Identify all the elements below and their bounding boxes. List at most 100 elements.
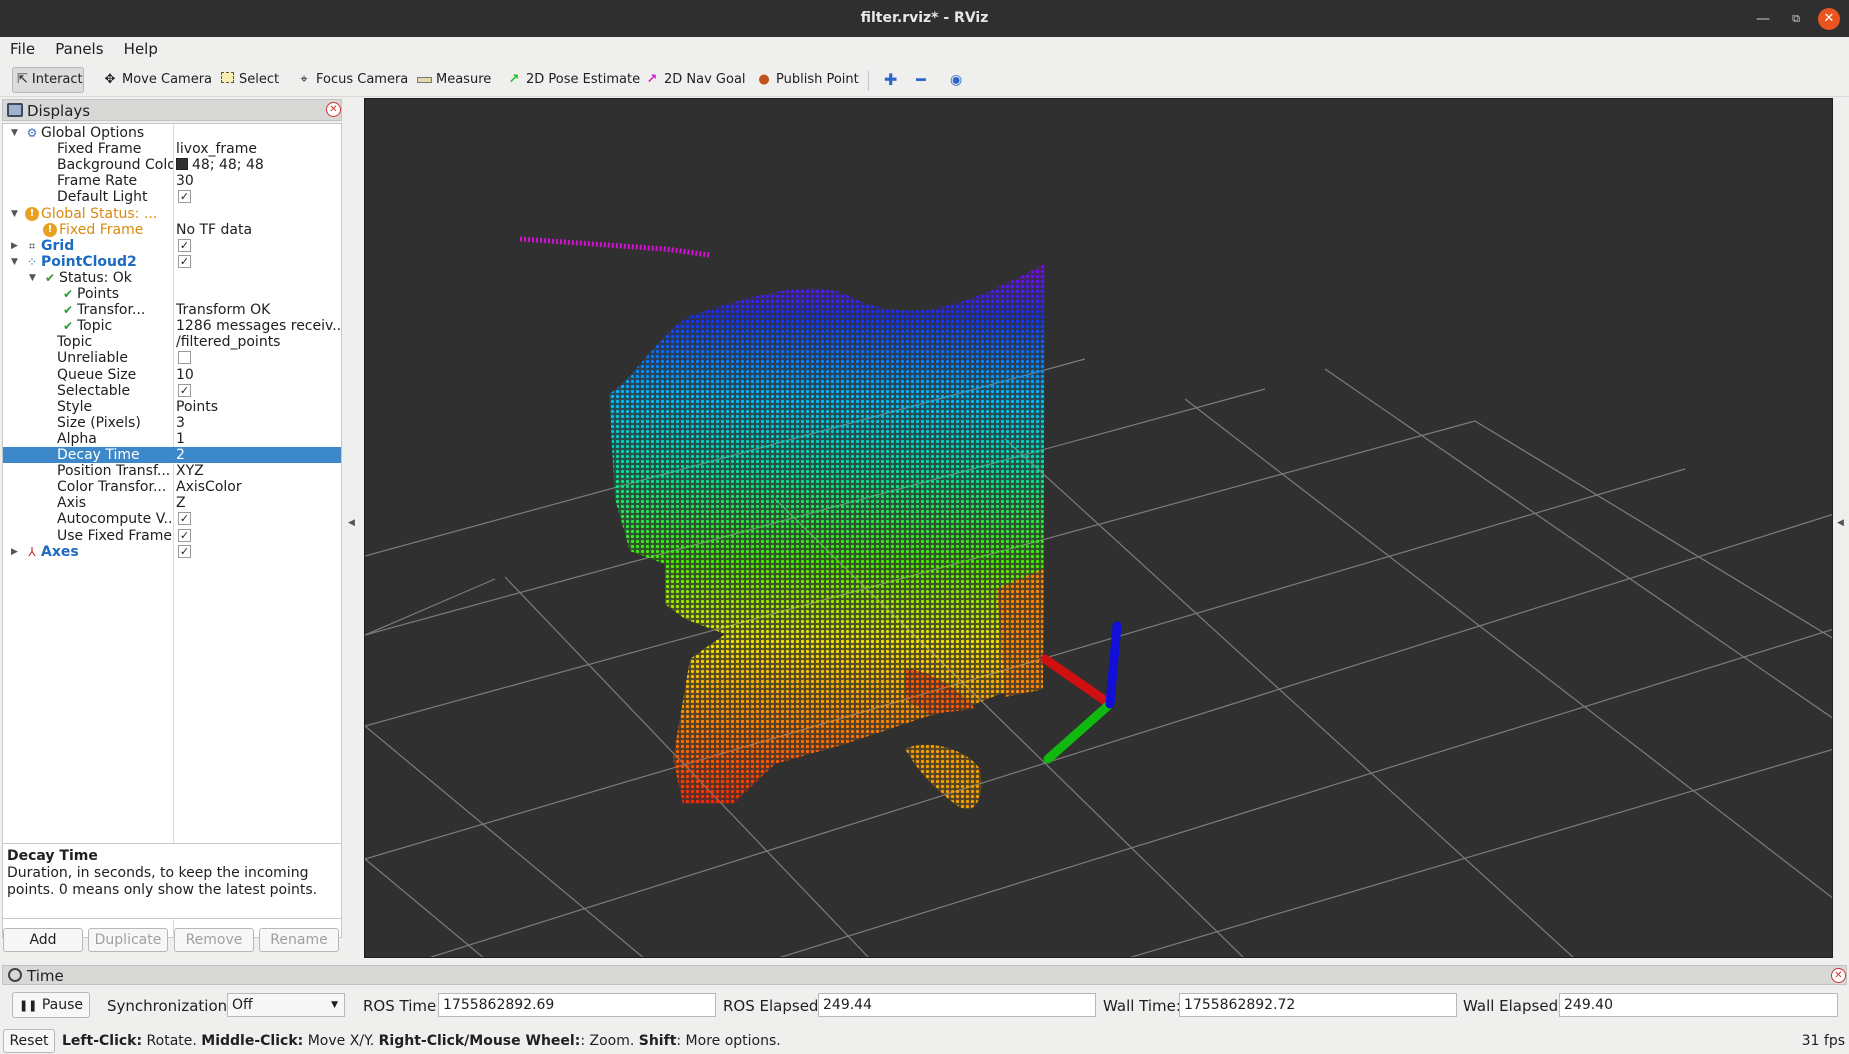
display-row-value[interactable]: XYZ xyxy=(176,463,341,479)
display-row[interactable]: Color Transfor... AxisColor xyxy=(3,479,341,495)
display-row-value[interactable]: Points xyxy=(176,399,341,415)
color-swatch[interactable] xyxy=(176,158,188,171)
display-row-value[interactable]: /filtered_points xyxy=(176,334,341,350)
display-row[interactable]: Style Points xyxy=(3,399,341,415)
select-tool-button[interactable]: Select xyxy=(215,67,283,93)
restore-icon[interactable]: ⧉ xyxy=(1785,8,1807,30)
display-row-value[interactable]: 10 xyxy=(176,367,341,383)
enabled-checkbox[interactable]: ✓ xyxy=(178,544,191,558)
display-row[interactable]: Frame Rate 30 xyxy=(3,173,341,189)
collapse-right-icon[interactable]: ◀ xyxy=(1837,518,1844,528)
enabled-checkbox[interactable] xyxy=(178,351,191,365)
menu-file[interactable]: File xyxy=(0,37,41,58)
collapse-arrow-icon[interactable]: ▼ xyxy=(11,125,18,141)
display-row[interactable]: ▶ ⅄ Axes ✓ xyxy=(3,544,341,560)
display-row[interactable]: Size (Pixels) 3 xyxy=(3,415,341,431)
display-row-key: Color Transfor... xyxy=(57,479,167,496)
display-row-value[interactable]: 30 xyxy=(176,173,341,189)
close-window-icon[interactable]: ✕ xyxy=(1818,8,1840,30)
ruler-icon xyxy=(416,67,432,93)
collapse-left-icon[interactable]: ◀ xyxy=(348,518,355,528)
display-row[interactable]: ▼ ✔ Status: Ok xyxy=(3,270,341,286)
ros-time-field[interactable]: 1755862892.69 xyxy=(438,993,716,1017)
display-row[interactable]: Default Light ✓ xyxy=(3,189,341,205)
ros-elapsed-field[interactable]: 249.44 xyxy=(818,993,1096,1017)
display-row[interactable]: Alpha 1 xyxy=(3,431,341,447)
remove-tool-icon[interactable]: ━ xyxy=(912,67,930,93)
duplicate-display-button[interactable]: Duplicate xyxy=(88,928,168,952)
tool-properties-eye-icon[interactable]: ◉ xyxy=(946,67,966,93)
interact-tool-button[interactable]: ⇱ Interact xyxy=(12,67,84,93)
enabled-checkbox[interactable]: ✓ xyxy=(178,528,191,542)
displays-tree[interactable]: ▼ ⚙ Global Options Fixed Frame livox_frame Ba… xyxy=(2,123,342,938)
wall-elapsed-field[interactable]: 249.40 xyxy=(1559,993,1838,1017)
display-row-value[interactable]: 48; 48; 48 xyxy=(176,157,341,173)
collapse-arrow-icon[interactable]: ▼ xyxy=(29,270,36,286)
3d-render-viewport[interactable] xyxy=(364,98,1833,958)
minimize-icon[interactable]: — xyxy=(1752,8,1774,30)
display-row-key: Fixed Frame xyxy=(59,221,144,238)
display-row[interactable]: ▼! Global Status: ... xyxy=(3,206,341,222)
display-row-value[interactable]: No TF data xyxy=(176,222,341,238)
enabled-checkbox[interactable]: ✓ xyxy=(178,238,191,252)
nav-goal-tool-button[interactable]: ↗ 2D Nav Goal xyxy=(640,67,750,93)
publish-point-tool-button[interactable]: ● Publish Point xyxy=(752,67,863,93)
wall-time-field[interactable]: 1755862892.72 xyxy=(1179,993,1457,1017)
sync-select[interactable]: Off ▼ xyxy=(227,993,345,1017)
menu-help[interactable]: Help xyxy=(114,37,164,58)
display-row[interactable]: Queue Size 10 xyxy=(3,367,341,383)
display-row-key: Grid xyxy=(41,237,75,254)
enabled-checkbox[interactable]: ✓ xyxy=(178,512,191,526)
display-row-value[interactable]: 1286 messages receiv... xyxy=(176,318,341,334)
display-row[interactable]: ▶ ⌗ Grid ✓ xyxy=(3,238,341,254)
enabled-checkbox[interactable]: ✓ xyxy=(178,190,191,204)
display-row[interactable]: Unreliable xyxy=(3,350,341,366)
display-row[interactable]: Fixed Frame livox_frame xyxy=(3,141,341,157)
display-row[interactable]: Use Fixed Frame ✓ xyxy=(3,528,341,544)
pose-estimate-tool-button[interactable]: ↗ 2D Pose Estimate xyxy=(502,67,644,93)
collapse-arrow-icon[interactable]: ▼ xyxy=(11,254,18,270)
display-row[interactable]: ▼ ⚙ Global Options xyxy=(3,125,341,141)
display-row-value[interactable]: Z xyxy=(176,495,341,511)
measure-tool-button[interactable]: Measure xyxy=(412,67,495,93)
display-row[interactable]: Decay Time 2 xyxy=(3,447,341,463)
display-row-key: Use Fixed Frame xyxy=(57,527,172,544)
display-row[interactable]: ▼ ⁘ PointCloud2 ✓ xyxy=(3,254,341,270)
display-row-key: Axes xyxy=(41,543,79,560)
left-panel-splitter[interactable]: ◀ xyxy=(344,98,364,958)
display-row[interactable]: ✔ Topic 1286 messages receiv... xyxy=(3,318,341,334)
add-tool-icon[interactable]: ✚ xyxy=(880,67,901,93)
menu-panels[interactable]: Panels xyxy=(45,37,109,58)
display-row[interactable]: Autocompute V... ✓ xyxy=(3,511,341,527)
display-row[interactable]: ✔ Transfor... Transform OK xyxy=(3,302,341,318)
pointcloud-display xyxy=(609,264,1045,810)
enabled-checkbox[interactable]: ✓ xyxy=(178,383,191,397)
display-row-value[interactable]: Transform OK xyxy=(176,302,341,318)
add-display-button[interactable]: Add xyxy=(3,928,83,952)
display-row[interactable]: ✔ Points xyxy=(3,286,341,302)
display-row[interactable]: Background Color 48; 48; 48 xyxy=(3,157,341,173)
move-camera-tool-button[interactable]: ✥ Move Camera xyxy=(98,67,216,93)
close-time-panel-icon[interactable]: ✕ xyxy=(1831,968,1846,983)
display-row[interactable]: Selectable ✓ xyxy=(3,383,341,399)
expand-arrow-icon[interactable]: ▶ xyxy=(11,544,18,560)
collapse-arrow-icon[interactable]: ▼ xyxy=(11,206,18,222)
display-row-value[interactable]: livox_frame xyxy=(176,141,341,157)
close-panel-icon[interactable]: ✕ xyxy=(326,102,341,117)
focus-camera-tool-button[interactable]: ⌖ Focus Camera xyxy=(292,67,412,93)
display-row[interactable]: Position Transf... XYZ xyxy=(3,463,341,479)
display-row-value[interactable]: 3 xyxy=(176,415,341,431)
display-row[interactable]: ! Fixed Frame No TF data xyxy=(3,222,341,238)
display-row-value[interactable]: 2 xyxy=(176,447,341,463)
right-panel-splitter[interactable]: ◀ xyxy=(1833,98,1849,958)
display-row-value[interactable]: AxisColor xyxy=(176,479,341,495)
display-row[interactable]: Topic/filtered_points xyxy=(3,334,341,350)
display-row-value[interactable]: 1 xyxy=(176,431,341,447)
display-row[interactable]: Axis Z xyxy=(3,495,341,511)
expand-arrow-icon[interactable]: ▶ xyxy=(11,238,18,254)
remove-display-button[interactable]: Remove xyxy=(174,928,254,952)
reset-button[interactable]: Reset xyxy=(3,1029,55,1053)
pause-button[interactable]: ❚❚ Pause xyxy=(12,992,90,1018)
enabled-checkbox[interactable]: ✓ xyxy=(178,254,191,268)
rename-display-button[interactable]: Rename xyxy=(259,928,339,952)
